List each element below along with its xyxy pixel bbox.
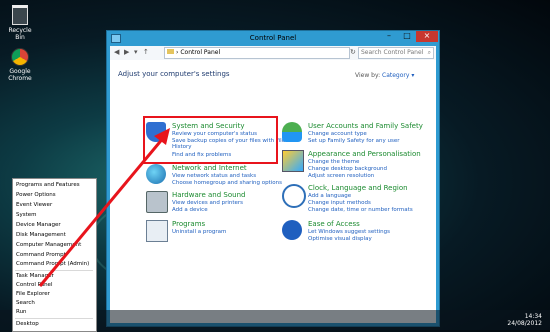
menu-item-computer-management[interactable]: Computer Management xyxy=(16,242,81,248)
category-programs: Programs Uninstall a program xyxy=(146,220,276,242)
folder-icon xyxy=(167,49,174,54)
category-ease-of-access: Ease of Access Let Windows suggest setti… xyxy=(282,220,432,244)
category-clock-language: Clock, Language and Region Add a languag… xyxy=(282,184,432,214)
printer-icon xyxy=(146,191,168,213)
category-title[interactable]: Programs xyxy=(172,220,205,228)
category-link[interactable]: Change account type xyxy=(308,131,367,137)
recent-locations-icon[interactable]: ▾ xyxy=(134,48,138,56)
highlight-box xyxy=(143,116,278,164)
category-title[interactable]: Appearance and Personalisation xyxy=(308,150,421,158)
category-appearance: Appearance and Personalisation Change th… xyxy=(282,150,432,180)
quick-link-menu: Programs and Features Power Options Even… xyxy=(12,178,97,332)
address-bar: ◀ ▶ ▾ ↑ › Control Panel ↻ Search Control… xyxy=(110,46,436,60)
category-link[interactable]: Change the theme xyxy=(308,159,359,165)
category-title[interactable]: Ease of Access xyxy=(308,220,360,228)
view-by-label: View by: xyxy=(355,72,381,79)
chrome-icon xyxy=(11,48,29,66)
address-field[interactable]: › Control Panel xyxy=(164,47,350,59)
close-button[interactable]: × xyxy=(416,31,438,42)
menu-item-command-prompt[interactable]: Command Prompt xyxy=(16,252,66,258)
page-title: Adjust your computer's settings xyxy=(118,70,230,78)
forward-button[interactable]: ▶ xyxy=(124,48,129,56)
desktop-icon-label: Google Chrome xyxy=(8,68,32,82)
menu-item-device-manager[interactable]: Device Manager xyxy=(16,222,61,228)
taskbar-clock[interactable]: 14:34 24/08/2012 xyxy=(507,313,542,327)
window-titlebar[interactable]: Control Panel – □ × xyxy=(107,31,439,45)
clock-time: 14:34 xyxy=(524,313,542,320)
menu-item-task-manager[interactable]: Task Manager xyxy=(16,273,54,279)
menu-item-search[interactable]: Search xyxy=(16,300,35,306)
menu-item-run[interactable]: Run xyxy=(16,309,27,315)
category-user-accounts: User Accounts and Family Safety Change a… xyxy=(282,122,432,146)
category-title[interactable]: Hardware and Sound xyxy=(172,191,245,199)
menu-item-file-explorer[interactable]: File Explorer xyxy=(16,291,50,297)
back-button[interactable]: ◀ xyxy=(114,48,119,56)
category-title[interactable]: Clock, Language and Region xyxy=(308,184,408,192)
menu-separator xyxy=(15,318,93,319)
breadcrumb: Control Panel xyxy=(180,49,221,56)
category-link[interactable]: View network status and tasks xyxy=(172,173,256,179)
category-title[interactable]: User Accounts and Family Safety xyxy=(308,122,423,130)
control-panel-window: Control Panel – □ × ◀ ▶ ▾ ↑ › Control Pa… xyxy=(106,30,440,327)
up-button[interactable]: ↑ xyxy=(143,48,149,56)
category-link[interactable]: Add a language xyxy=(308,193,351,199)
menu-item-command-prompt-admin[interactable]: Command Prompt (Admin) xyxy=(16,261,89,267)
category-link[interactable]: Change desktop background xyxy=(308,166,387,172)
recycle-bin-icon xyxy=(12,5,28,25)
category-link[interactable]: Add a device xyxy=(172,207,208,213)
category-link[interactable]: Set up Family Safety for any user xyxy=(308,138,399,144)
category-link[interactable]: Adjust screen resolution xyxy=(308,173,374,179)
desktop-icon-recycle-bin[interactable]: Recycle Bin xyxy=(3,5,37,41)
category-link[interactable]: Let Windows suggest settings xyxy=(308,229,390,235)
control-panel-content: Adjust your computer's settings View by:… xyxy=(110,60,436,323)
minimize-button[interactable]: – xyxy=(381,31,397,42)
search-icon: ⌕ xyxy=(427,49,431,56)
clock-icon xyxy=(282,184,306,208)
menu-item-power-options[interactable]: Power Options xyxy=(16,192,56,198)
appearance-icon xyxy=(282,150,304,172)
search-input[interactable]: Search Control Panel ⌕ xyxy=(358,47,434,59)
refresh-icon[interactable]: ↻ xyxy=(350,48,356,56)
menu-item-control-panel[interactable]: Control Panel xyxy=(16,282,52,288)
maximize-button[interactable]: □ xyxy=(399,31,415,42)
category-title[interactable]: Network and Internet xyxy=(172,164,247,172)
desktop-icon-label: Recycle Bin xyxy=(8,27,32,41)
network-icon xyxy=(146,164,166,184)
menu-separator xyxy=(15,270,93,271)
menu-item-disk-management[interactable]: Disk Management xyxy=(16,232,66,238)
desktop-icon-chrome[interactable]: Google Chrome xyxy=(3,48,37,82)
category-hardware-sound: Hardware and Sound View devices and prin… xyxy=(146,191,276,215)
category-link[interactable]: Optimise visual display xyxy=(308,236,372,242)
category-network-internet: Network and Internet View network status… xyxy=(146,164,282,188)
users-icon xyxy=(282,122,302,142)
category-link[interactable]: Change input methods xyxy=(308,200,371,206)
search-placeholder: Search Control Panel xyxy=(361,49,424,56)
menu-item-event-viewer[interactable]: Event Viewer xyxy=(16,202,52,208)
menu-item-desktop[interactable]: Desktop xyxy=(16,321,39,327)
breadcrumb-separator: › xyxy=(176,49,179,56)
clock-date: 24/08/2012 xyxy=(507,320,542,327)
programs-icon xyxy=(146,220,168,242)
view-by: View by: Category ▾ xyxy=(355,72,414,79)
category-link[interactable]: Choose homegroup and sharing options xyxy=(172,180,282,186)
menu-item-system[interactable]: System xyxy=(16,212,37,218)
category-link[interactable]: Uninstall a program xyxy=(172,229,226,235)
view-by-select[interactable]: Category ▾ xyxy=(382,72,414,79)
category-link[interactable]: View devices and printers xyxy=(172,200,243,206)
ease-of-access-icon xyxy=(282,220,302,240)
category-link[interactable]: Change date, time or number formats xyxy=(308,207,413,213)
menu-item-programs-features[interactable]: Programs and Features xyxy=(16,182,80,188)
